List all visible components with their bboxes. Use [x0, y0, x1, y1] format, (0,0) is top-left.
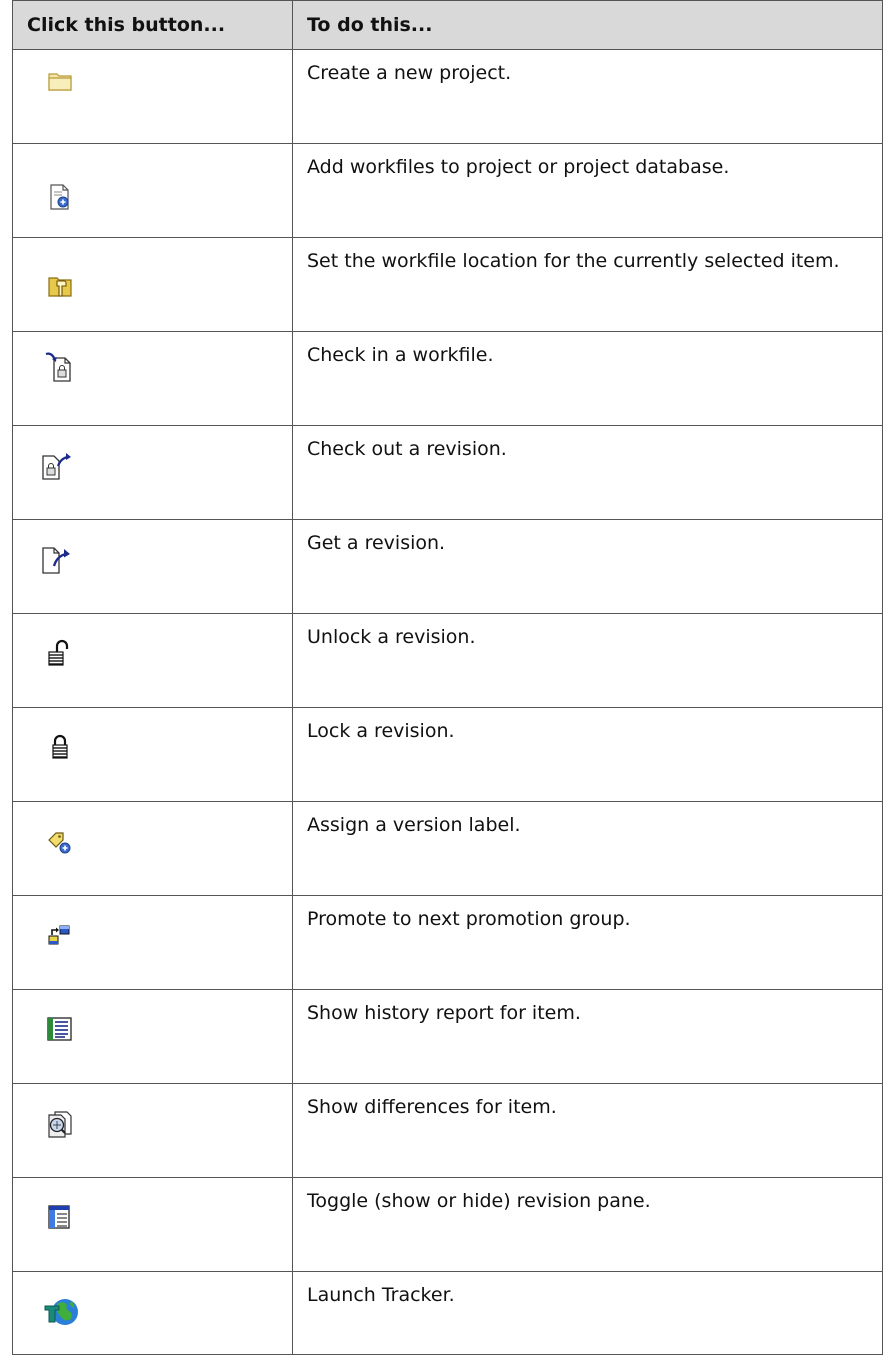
revision-pane-icon [43, 1200, 77, 1234]
table-row: Unlock a revision. [12, 613, 883, 708]
row-description: Lock a revision. [292, 707, 883, 802]
check-out-icon [39, 448, 73, 482]
tracker-globe-icon [41, 1292, 81, 1332]
table-row: Check out a revision. [12, 425, 883, 520]
row-description: Show differences for item. [292, 1083, 883, 1178]
icon-cell [12, 895, 293, 990]
icon-cell [12, 707, 293, 802]
row-description: Check in a workfile. [292, 331, 883, 426]
table-row: Create a new project. [12, 49, 883, 144]
table-row: Check in a workfile. [12, 331, 883, 426]
icon-cell [12, 425, 293, 520]
version-label-icon [43, 826, 77, 860]
table-header-row: Click this button... To do this... [12, 0, 883, 50]
icon-cell [12, 1083, 293, 1178]
table-row: Assign a version label. [12, 801, 883, 896]
row-description: Set the workfile location for the curren… [292, 237, 883, 332]
icon-cell [12, 989, 293, 1084]
row-description: Create a new project. [292, 49, 883, 144]
row-description: Launch Tracker. [292, 1271, 883, 1355]
set-workfile-location-icon [43, 268, 77, 302]
row-description: Unlock a revision. [292, 613, 883, 708]
icon-cell [12, 519, 293, 614]
row-description: Assign a version label. [292, 801, 883, 896]
table-row: Lock a revision. [12, 707, 883, 802]
toolbar-buttons-table: Click this button... To do this... Creat… [12, 0, 883, 1355]
history-report-icon [43, 1012, 77, 1046]
promote-icon [43, 918, 77, 952]
header-action-column: To do this... [292, 0, 883, 50]
add-workfiles-icon [43, 180, 77, 214]
table-row: Toggle (show or hide) revision pane. [12, 1177, 883, 1272]
row-description: Add workfiles to project or project data… [292, 143, 883, 238]
row-description: Toggle (show or hide) revision pane. [292, 1177, 883, 1272]
lock-icon [43, 730, 77, 764]
table-row: Launch Tracker. [12, 1271, 883, 1355]
row-description: Show history report for item. [292, 989, 883, 1084]
row-description: Check out a revision. [292, 425, 883, 520]
row-description: Get a revision. [292, 519, 883, 614]
check-in-icon [43, 350, 77, 384]
table-row: Add workfiles to project or project data… [12, 143, 883, 238]
unlock-icon [43, 636, 77, 670]
get-revision-icon [39, 542, 73, 576]
row-description: Promote to next promotion group. [292, 895, 883, 990]
differences-icon [43, 1106, 77, 1140]
icon-cell [12, 49, 293, 144]
table-row: Promote to next promotion group. [12, 895, 883, 990]
table-row: Show history report for item. [12, 989, 883, 1084]
icon-cell [12, 331, 293, 426]
icon-cell [12, 801, 293, 896]
header-button-column: Click this button... [12, 0, 293, 50]
table-row: Show differences for item. [12, 1083, 883, 1178]
icon-cell [12, 237, 293, 332]
icon-cell [12, 143, 293, 238]
icon-cell [12, 1177, 293, 1272]
icon-cell [12, 613, 293, 708]
new-project-folder-icon [43, 64, 77, 98]
table-row: Get a revision. [12, 519, 883, 614]
table-row: Set the workfile location for the curren… [12, 237, 883, 332]
icon-cell [12, 1271, 293, 1355]
